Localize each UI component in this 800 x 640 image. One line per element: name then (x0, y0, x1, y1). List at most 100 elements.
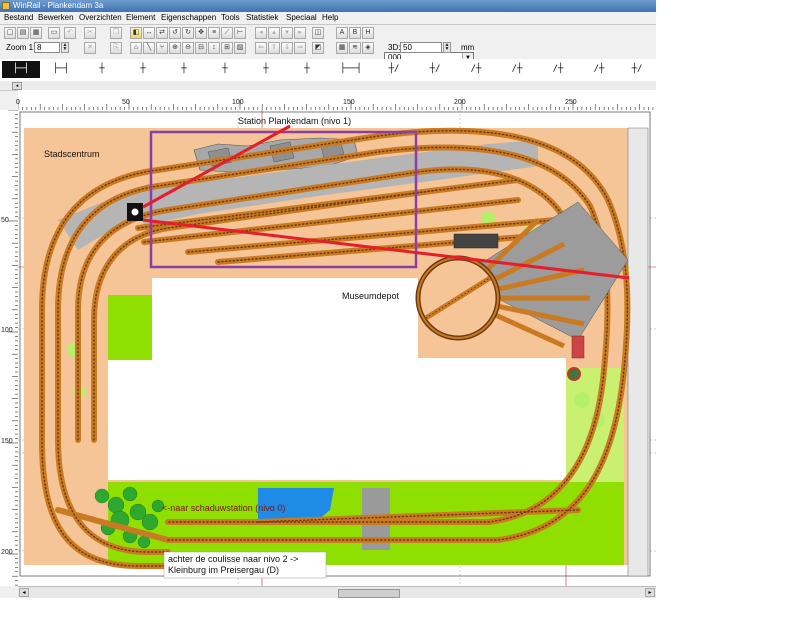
align-icon[interactable]: ≡ (208, 27, 220, 39)
station-label[interactable]: Station Plankendam (nivo 1) (238, 116, 351, 126)
height-icon[interactable]: ↕ (208, 42, 220, 54)
open-file-icon[interactable]: ▤ (17, 27, 29, 39)
cut-icon[interactable]: ✂ (84, 27, 96, 39)
arrow-right-icon[interactable]: ▸ (294, 27, 306, 39)
zoom-field[interactable]: 8 (34, 42, 60, 53)
dim-3d-spinner-icon[interactable]: ▲ ▼ (443, 42, 451, 53)
window-title: WinRail - Plankendam 3a (13, 1, 104, 10)
track-piece-11[interactable]: /┼ (457, 61, 495, 78)
menu-element[interactable]: Element (126, 12, 155, 24)
menu-bestand[interactable]: Bestand (4, 12, 33, 24)
track-piece-4[interactable]: ┼ (165, 61, 203, 78)
measure-icon[interactable]: ⊢ (234, 27, 246, 39)
zoom-in-icon[interactable]: ⊕ (169, 42, 181, 54)
split-icon[interactable]: ⊟ (195, 42, 207, 54)
track-piece-5[interactable]: ┼ (206, 61, 244, 78)
connect-icon[interactable]: ↔ (143, 27, 155, 39)
flip-icon[interactable]: ⇄ (156, 27, 168, 39)
vertical-ruler: 50 100 150 200 (0, 110, 19, 586)
museum-label[interactable]: Museumdepot (342, 291, 399, 301)
layout-canvas[interactable]: Station Plankendam (nivo 1) Stadscentrum… (18, 110, 656, 586)
menu-bewerken[interactable]: Bewerken (38, 12, 74, 24)
layer-icon[interactable]: ◫ (312, 27, 324, 39)
side-panel (627, 127, 649, 577)
unit-label: mm (461, 43, 475, 52)
print-icon[interactable]: ▭ (48, 27, 60, 39)
new-file-icon[interactable]: ▢ (4, 27, 16, 39)
rotate-left-icon[interactable]: ↺ (169, 27, 181, 39)
shift-down-icon[interactable]: ⇓ (281, 42, 293, 54)
track-piece-13[interactable]: /┼ (539, 61, 577, 78)
scroll-right-arrow-icon[interactable]: ▸ (645, 588, 655, 597)
grass-left (108, 295, 152, 360)
track-piece-8[interactable]: ├──┤ (329, 61, 373, 78)
font-a-button[interactable]: A (336, 27, 348, 39)
slope-icon[interactable]: ⟋ (221, 27, 233, 39)
track-piece-7[interactable]: ┼ (288, 61, 326, 78)
menu-speciaal[interactable]: Speciaal (286, 12, 317, 24)
layers-icon[interactable]: ◩ (312, 42, 324, 54)
save-file-icon[interactable]: ▦ (30, 27, 42, 39)
font-b-button[interactable]: B (349, 27, 361, 39)
marker-dot-icon[interactable] (131, 208, 139, 216)
track-piece-1[interactable]: ├─┤ (42, 61, 80, 78)
toolbar: ▢ ▤ ▦ ▭ ↶ ✂ ❐ ◧ ↔ ⇄ ↺ ↻ ✥ ≡ ⟋ ⊢ ◂ ▴ ▾ ▸ … (0, 25, 656, 64)
move-icon[interactable]: ✥ (195, 27, 207, 39)
scroll-left-arrow-icon[interactable]: ◂ (19, 588, 29, 597)
color-grid-icon[interactable]: ▦ (336, 42, 348, 54)
coulisse-label-line-2[interactable]: Kleinburg im Preisergau (D) (168, 565, 279, 575)
arrow-left-icon[interactable]: ◂ (255, 27, 267, 39)
dim-3d-field[interactable]: 50 (400, 42, 442, 53)
line-icon[interactable]: ╲ (143, 42, 155, 54)
rotate-right-icon[interactable]: ↻ (182, 27, 194, 39)
shift-right-icon[interactable]: ⇒ (294, 42, 306, 54)
menu-statistiek[interactable]: Statistiek (246, 12, 278, 24)
track-piece-3[interactable]: ┼ (124, 61, 162, 78)
group-icon[interactable]: ⌂ (130, 42, 142, 54)
winrail-window: WinRail - Plankendam 3a Bestand Bewerken… (0, 0, 656, 598)
zoom-label: Zoom 1: (6, 43, 36, 52)
open-area-lower (108, 453, 566, 480)
delete-icon[interactable]: ✕ (84, 42, 96, 54)
grid-icon[interactable]: ⊞ (221, 42, 233, 54)
zoom-spinner-icon[interactable]: ▲ ▼ (61, 42, 69, 53)
track-piece-0[interactable]: ├─┤ (2, 61, 40, 78)
paste-icon[interactable]: ⎘ (110, 42, 122, 54)
scroll-thumb[interactable] (338, 589, 400, 598)
ruler-x-label: 100 (232, 99, 244, 106)
arrow-down-icon[interactable]: ▾ (281, 27, 293, 39)
track-piece-2[interactable]: ┼ (83, 61, 121, 78)
title-bar: WinRail - Plankendam 3a (0, 0, 656, 12)
scroll-left-icon[interactable]: ◂ (12, 82, 22, 90)
undo-icon[interactable]: ↶ (64, 27, 76, 39)
menu-tools[interactable]: Tools (221, 12, 240, 24)
menu-overzichten[interactable]: Overzichten (79, 12, 122, 24)
shift-up-icon[interactable]: ⇑ (268, 42, 280, 54)
layout-drawing[interactable] (18, 110, 656, 586)
horizontal-scrollbar[interactable]: ◂ ▸ (18, 586, 656, 598)
menu-eigenschappen[interactable]: Eigenschappen (161, 12, 216, 24)
track-piece-15[interactable]: ┼/ (618, 61, 656, 78)
track-piece-10[interactable]: ┼/ (416, 61, 454, 78)
switch-icon[interactable]: ⑂ (156, 42, 168, 54)
zoom-out-icon[interactable]: ⊖ (182, 42, 194, 54)
scenery-icon[interactable]: ▨ (234, 42, 246, 54)
shift-left-icon[interactable]: ⇐ (255, 42, 267, 54)
font-h-button[interactable]: H (362, 27, 374, 39)
coulisse-label-line-1[interactable]: achter de coulisse naar nivo 2 -> (168, 554, 298, 564)
track-piece-9[interactable]: ┼/ (375, 61, 413, 78)
arrow-up-icon[interactable]: ▴ (268, 27, 280, 39)
city-label[interactable]: Stadscentrum (44, 149, 100, 159)
copy-icon[interactable]: ❐ (110, 27, 122, 39)
menu-help[interactable]: Help (322, 12, 338, 24)
place-track-icon[interactable]: ◧ (130, 27, 142, 39)
track-piece-14[interactable]: /┼ (580, 61, 618, 78)
track-piece-6[interactable]: ┼ (247, 61, 285, 78)
ruler-y-label: 150 (1, 438, 13, 445)
palette-icon[interactable]: ◈ (362, 42, 374, 54)
ruler-x-label: 50 (122, 99, 130, 106)
shadow-station-label[interactable]: <-naar schaduwstation (nivo 0) (162, 503, 285, 513)
rainbow-icon[interactable]: ≋ (349, 42, 361, 54)
track-piece-12[interactable]: /┼ (498, 61, 536, 78)
ruler-x-label: 250 (565, 99, 577, 106)
